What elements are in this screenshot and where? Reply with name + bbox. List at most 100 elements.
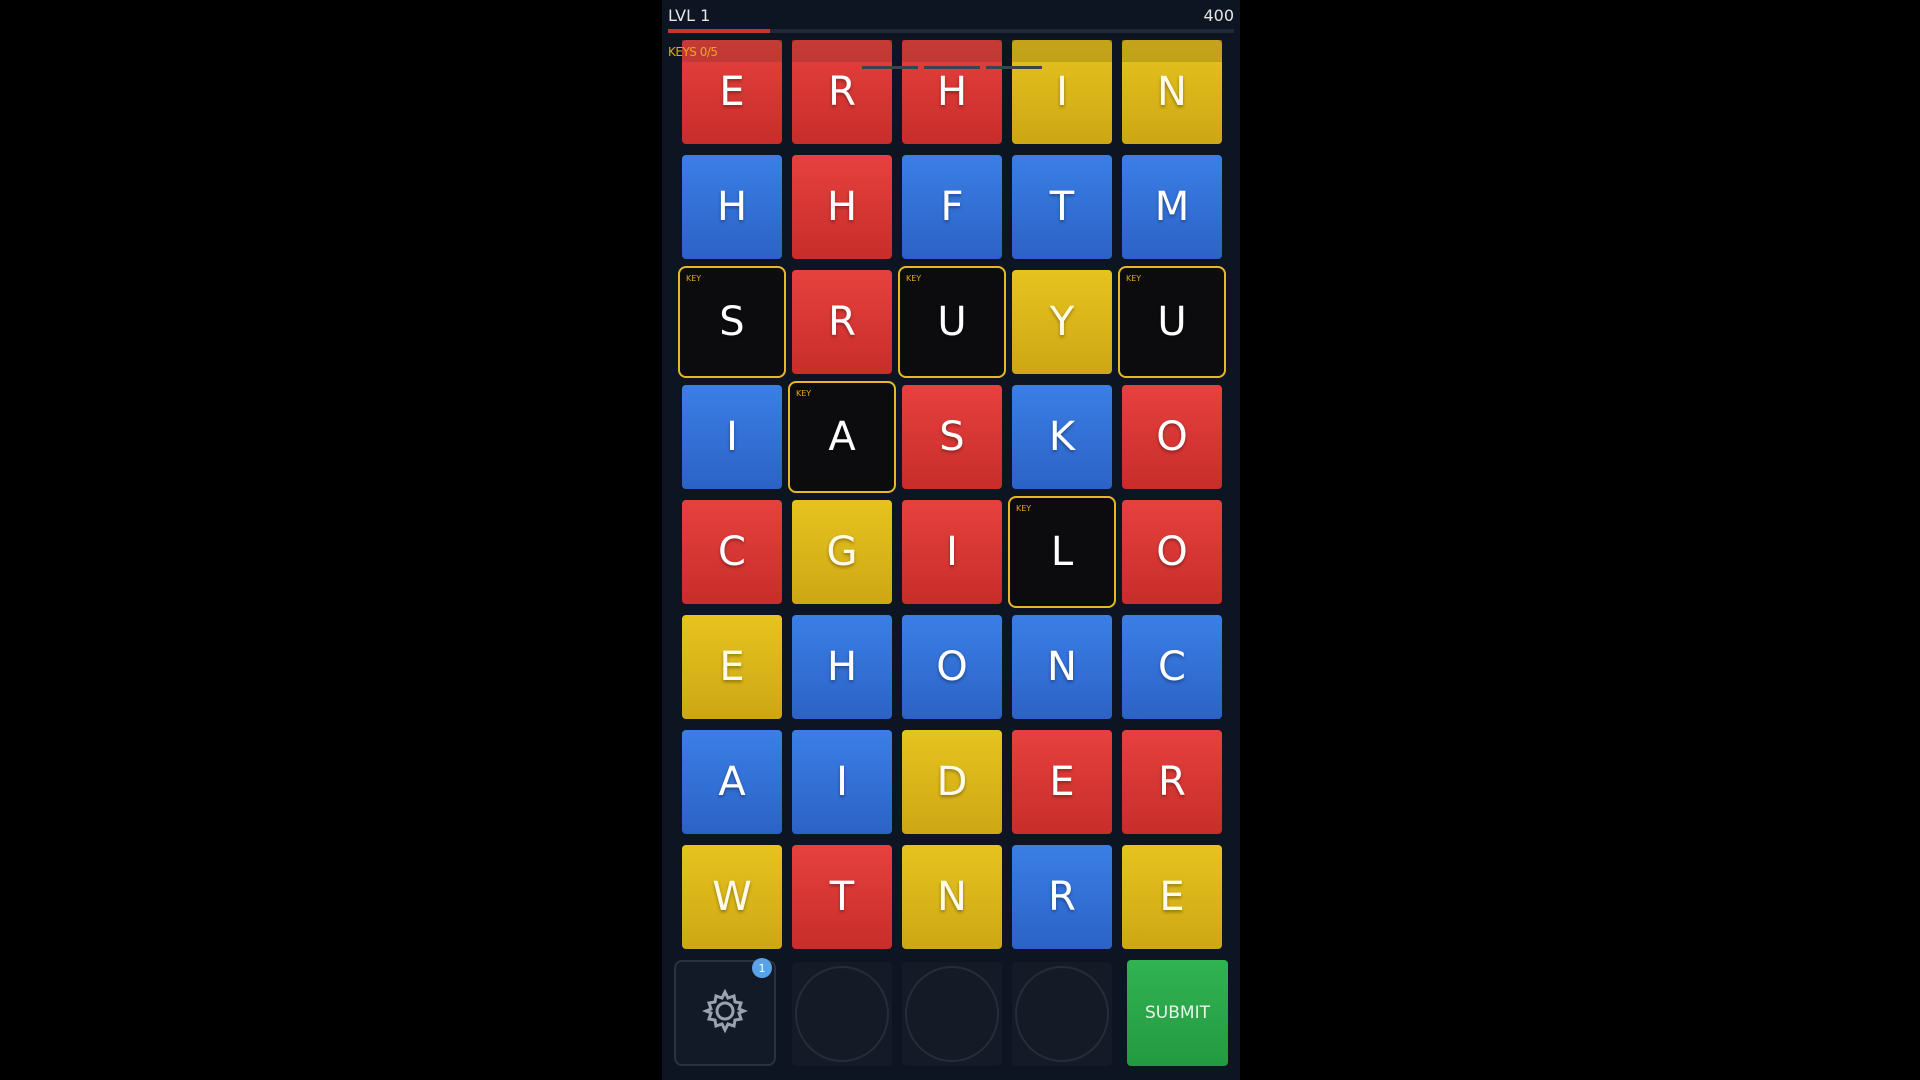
word-slot[interactable] <box>902 962 1002 1066</box>
letter-tile[interactable]: D <box>902 730 1002 834</box>
letter-tile[interactable]: O <box>1122 500 1222 604</box>
letter-grid: E R H I N H H F T M KEY S R KEY U Y KEY U I KEY A S K O C G I KEY L O… <box>662 0 1240 960</box>
letter-tile[interactable]: M <box>1122 155 1222 259</box>
letter-tile[interactable]: O <box>1122 385 1222 489</box>
tile-letter: S <box>719 299 745 345</box>
letter-tile[interactable]: W <box>682 845 782 949</box>
letter-tile[interactable]: C <box>1122 615 1222 719</box>
letter-tile[interactable]: S <box>902 385 1002 489</box>
letter-tile[interactable]: T <box>1012 155 1112 259</box>
letter-tile[interactable]: E <box>1122 845 1222 949</box>
progress-dash <box>986 66 1042 69</box>
tile-letter: A <box>718 759 746 805</box>
tile-letter: E <box>719 644 745 690</box>
key-tile[interactable]: KEY U <box>898 266 1006 378</box>
tile-letter: R <box>1048 874 1076 920</box>
keys-counter: KEYS 0/5 <box>668 45 718 59</box>
submit-button[interactable]: SUBMIT <box>1127 960 1228 1066</box>
tile-letter: M <box>1154 184 1190 230</box>
column-drop-indicators <box>662 40 1240 62</box>
progress-dash <box>862 66 918 69</box>
gear-icon <box>700 986 750 1040</box>
notification-badge: 1 <box>752 958 772 978</box>
column-indicator <box>1122 40 1222 62</box>
tile-letter: E <box>719 69 745 115</box>
tile-letter: W <box>712 874 752 920</box>
tile-letter: O <box>936 644 968 690</box>
tile-letter: N <box>1157 69 1187 115</box>
letter-tile[interactable]: R <box>1012 845 1112 949</box>
column-indicator <box>1012 40 1112 62</box>
tile-letter: I <box>1056 69 1068 115</box>
tile-letter: U <box>937 299 967 345</box>
tile-letter: I <box>726 414 738 460</box>
key-tag: KEY <box>1016 504 1032 513</box>
tile-letter: O <box>1156 414 1188 460</box>
tile-letter: S <box>939 414 965 460</box>
tile-letter: N <box>1047 644 1077 690</box>
game-screen: LVL 1 400 KEYS 0/5 E R H I N H H F T M KEY S R KEY U Y K… <box>662 0 1240 1080</box>
word-slot[interactable] <box>792 962 892 1066</box>
tile-letter: H <box>936 69 968 115</box>
word-slot[interactable] <box>1012 962 1112 1066</box>
tile-letter: F <box>940 184 964 230</box>
tile-letter: D <box>936 759 968 805</box>
tile-letter: I <box>836 759 848 805</box>
letter-tile[interactable]: E <box>1012 730 1112 834</box>
tile-letter: T <box>829 874 855 920</box>
tile-letter: G <box>826 529 858 575</box>
tile-letter: N <box>937 874 967 920</box>
tile-letter: R <box>828 69 856 115</box>
column-indicator <box>902 40 1002 62</box>
key-tile[interactable]: KEY L <box>1008 496 1116 608</box>
key-tag: KEY <box>1126 274 1142 283</box>
key-tag: KEY <box>686 274 702 283</box>
key-tag: KEY <box>796 389 812 398</box>
tile-letter: C <box>718 529 746 575</box>
letter-tile[interactable]: A <box>682 730 782 834</box>
tile-letter: A <box>828 414 856 460</box>
letter-tile[interactable]: E <box>682 615 782 719</box>
letter-tile[interactable]: K <box>1012 385 1112 489</box>
tile-letter: H <box>826 184 858 230</box>
letter-tile[interactable]: I <box>682 385 782 489</box>
tile-letter: R <box>1158 759 1186 805</box>
letter-tile[interactable]: R <box>1122 730 1222 834</box>
letter-tile[interactable]: C <box>682 500 782 604</box>
tile-letter: R <box>828 299 856 345</box>
letter-tile[interactable]: G <box>792 500 892 604</box>
slot-circle <box>1015 966 1109 1062</box>
column-indicator <box>792 40 892 62</box>
tile-letter: C <box>1158 644 1186 690</box>
key-tile[interactable]: KEY U <box>1118 266 1226 378</box>
letter-tile[interactable]: N <box>902 845 1002 949</box>
letter-tile[interactable]: T <box>792 845 892 949</box>
tile-letter: Y <box>1049 299 1075 345</box>
letter-tile[interactable]: I <box>792 730 892 834</box>
letter-tile[interactable]: F <box>902 155 1002 259</box>
tile-letter: K <box>1048 414 1076 460</box>
letter-tile[interactable]: I <box>902 500 1002 604</box>
progress-dash <box>924 66 980 69</box>
tile-letter: E <box>1049 759 1075 805</box>
tile-letter: E <box>1159 874 1185 920</box>
key-tile[interactable]: KEY S <box>678 266 786 378</box>
bottom-bar: 1 SUBMIT <box>662 958 1240 1068</box>
letter-tile[interactable]: H <box>792 615 892 719</box>
tile-letter: I <box>946 529 958 575</box>
letter-tile[interactable]: R <box>792 270 892 374</box>
letter-tile[interactable]: N <box>1012 615 1112 719</box>
letter-tile[interactable]: H <box>792 155 892 259</box>
tile-letter: H <box>716 184 748 230</box>
tile-letter: T <box>1049 184 1075 230</box>
slot-circle <box>795 966 889 1062</box>
letter-tile[interactable]: O <box>902 615 1002 719</box>
letter-tile[interactable]: Y <box>1012 270 1112 374</box>
tile-letter: O <box>1156 529 1188 575</box>
tile-letter: H <box>826 644 858 690</box>
tile-letter: U <box>1157 299 1187 345</box>
key-tag: KEY <box>906 274 922 283</box>
letter-tile[interactable]: H <box>682 155 782 259</box>
tile-letter: L <box>1050 529 1074 575</box>
key-tile[interactable]: KEY A <box>788 381 896 493</box>
